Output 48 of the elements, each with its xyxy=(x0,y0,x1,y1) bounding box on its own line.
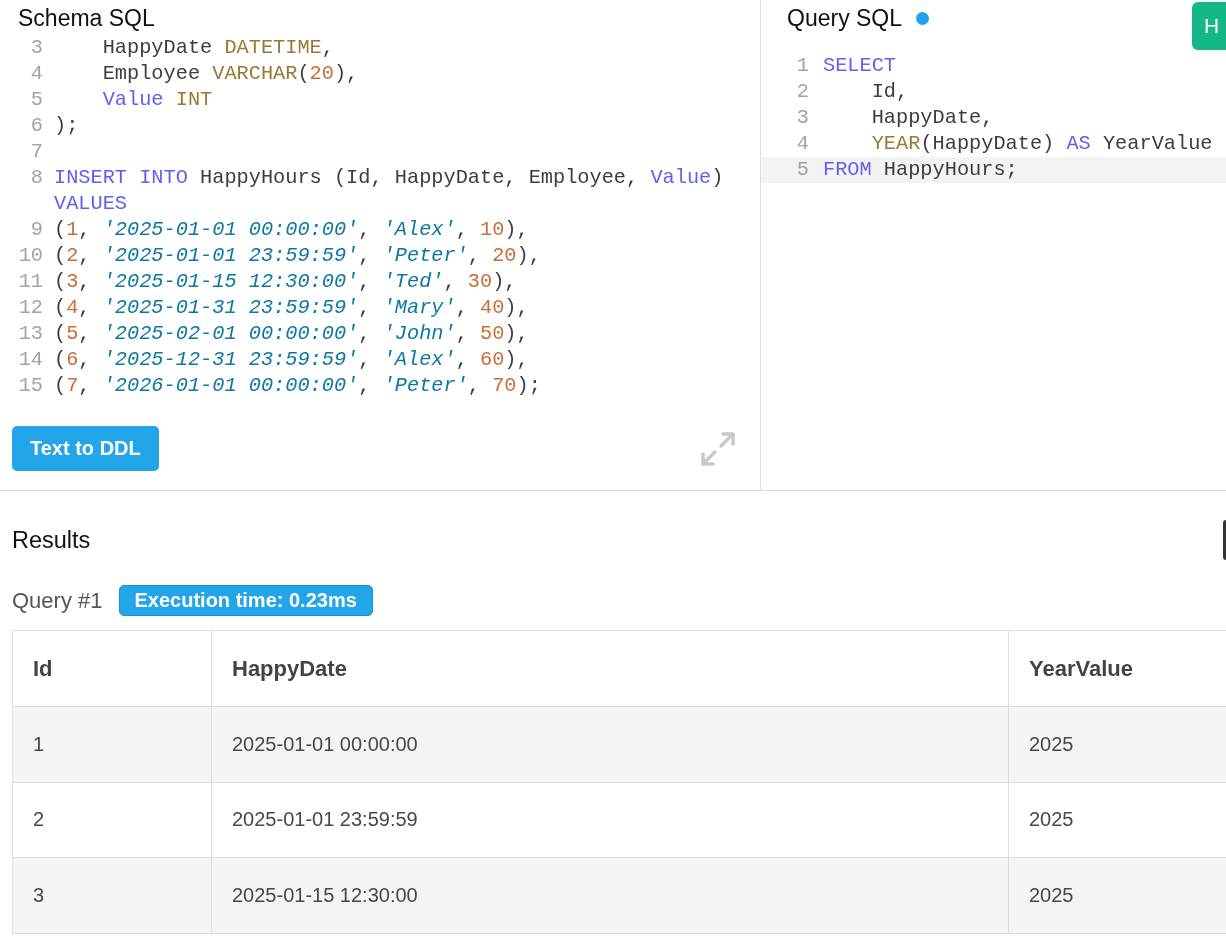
line-number: 9 xyxy=(29,217,43,243)
code-line: HappyDate, xyxy=(870,105,995,131)
cut-off-button[interactable] xyxy=(1223,520,1226,560)
line-number: 5 xyxy=(761,157,809,183)
table-cell: 2025 xyxy=(1009,706,1226,782)
line-number: 14 xyxy=(17,347,43,373)
code-line: (7, '2026-01-01 00:00:00', 'Peter', 70); xyxy=(53,373,542,399)
line-number: 3 xyxy=(795,105,809,131)
line-number: 15 xyxy=(17,373,43,399)
code-line: YEAR(HappyDate) AS YearValue xyxy=(870,131,1214,157)
line-number: 13 xyxy=(17,321,43,347)
code-line: Employee VARCHAR(20), xyxy=(101,61,360,87)
code-line: (4, '2025-01-31 23:59:59', 'Mary', 40), xyxy=(53,295,530,321)
line-number: 4 xyxy=(795,131,809,157)
code-line: HappyDate DATETIME, xyxy=(101,35,335,61)
results-title: Results xyxy=(12,526,91,554)
code-line: Id, xyxy=(870,79,910,105)
table-cell: 2025-01-15 12:30:00 xyxy=(212,857,1009,933)
action-button[interactable]: H xyxy=(1192,2,1226,50)
code-line: (5, '2025-02-01 00:00:00', 'John', 50), xyxy=(53,321,530,347)
line-number: 5 xyxy=(29,87,43,113)
line-number: 11 xyxy=(17,269,43,295)
line-number: 12 xyxy=(17,295,43,321)
line-number: 8 xyxy=(29,165,43,191)
line-number: 4 xyxy=(29,61,43,87)
code-line: SELECT xyxy=(822,53,898,79)
line-number: 2 xyxy=(795,79,809,105)
code-line: ); xyxy=(53,113,80,139)
table-cell: 3 xyxy=(13,857,212,933)
query-label: Query #1 xyxy=(12,587,103,614)
line-number: 6 xyxy=(29,113,43,139)
table-cell: 2025-01-01 00:00:00 xyxy=(212,706,1009,782)
code-line: Value INT xyxy=(101,87,214,113)
text-to-ddl-button[interactable]: Text to DDL xyxy=(12,426,159,471)
code-line: INSERT INTO HappyHours (Id, HappyDate, Employee, Value) VALUES xyxy=(53,165,725,217)
code-line: (1, '2025-01-01 00:00:00', 'Alex', 10), xyxy=(53,217,530,243)
line-number: 7 xyxy=(29,139,43,165)
code-line: (6, '2025-12-31 23:59:59', 'Alex', 60), xyxy=(53,347,530,373)
panel-title: Query SQL xyxy=(786,4,903,33)
code-line: (3, '2025-01-15 12:30:00', 'Ted', 30), xyxy=(53,269,518,295)
line-number: 10 xyxy=(17,243,43,269)
code-line: (2, '2025-01-01 23:59:59', 'Peter', 20), xyxy=(53,243,542,269)
table-cell: 1 xyxy=(13,706,212,782)
line-number: 3 xyxy=(29,35,43,61)
table-cell: 2025 xyxy=(1009,857,1226,933)
execution-time-badge: Execution time: 0.23ms xyxy=(118,585,373,616)
panel-title: Schema SQL xyxy=(18,4,155,33)
line-number: 1 xyxy=(795,53,809,79)
